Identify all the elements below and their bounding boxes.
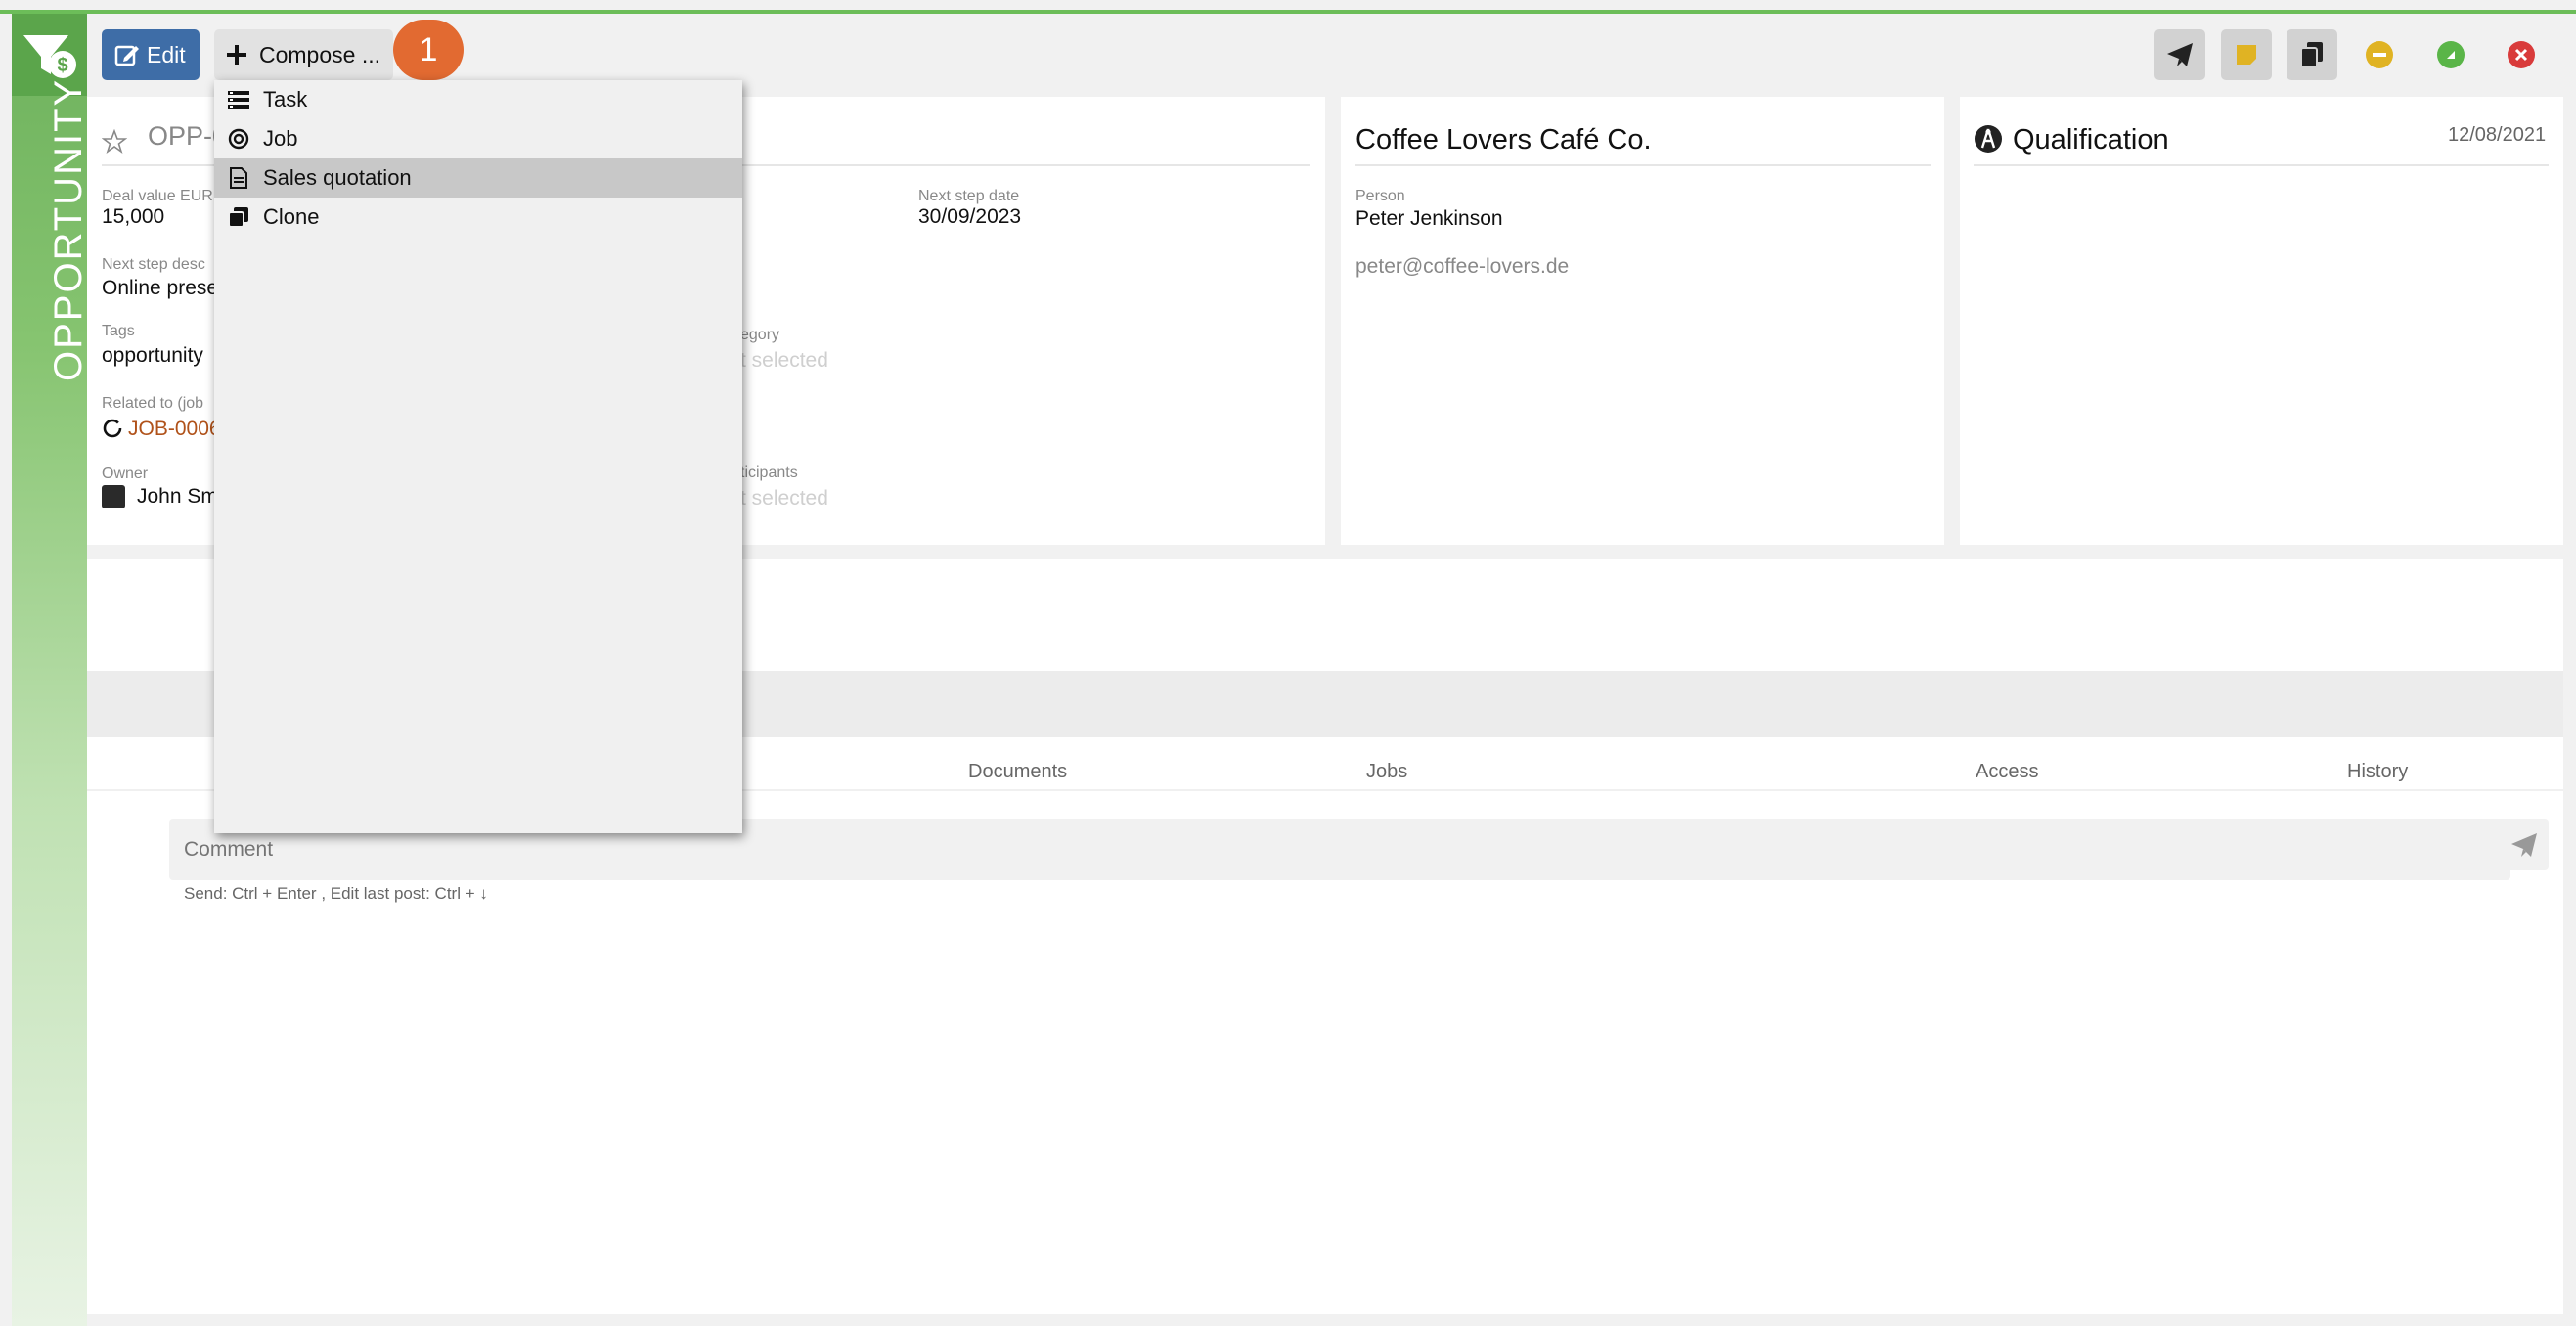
deal-value: 15,000 [102,205,165,228]
next-step-date: 30/09/2023 [918,205,1022,228]
svg-text:$: $ [57,55,67,76]
category-value[interactable]: t selected [740,349,828,373]
menu-label-clone: Clone [263,204,320,229]
task-list-icon [214,90,263,110]
send-button[interactable] [2154,29,2205,80]
copy-button[interactable] [2287,29,2337,80]
compass-icon [1975,125,2002,153]
edit-button[interactable]: Edit [102,29,200,80]
clone-icon [214,206,263,228]
star-icon[interactable] [102,129,127,155]
person-name[interactable]: Peter Jenkinson [1355,207,1503,231]
tags-value: opportunity [102,344,203,367]
participants-value[interactable]: t selected [740,487,828,510]
divider [1974,164,2549,166]
person-email[interactable]: peter@coffee-lovers.de [1355,255,1569,279]
compose-button[interactable]: Compose ... [214,29,393,80]
next-step-date-label: Next step date [918,188,1020,204]
restore-icon[interactable] [2437,41,2465,68]
job-circle-icon [214,128,263,150]
avatar [102,485,125,508]
menu-item-clone[interactable]: Clone [214,198,742,237]
tab-access[interactable]: Access [1976,761,2038,783]
menu-item-job[interactable]: Job [214,119,742,158]
note-button[interactable] [2221,29,2272,80]
comment-hint: Send: Ctrl + Enter , Edit last post: Ctr… [184,884,488,903]
close-icon[interactable] [2508,41,2535,68]
related-label: Related to (job [102,395,204,412]
stage-date: 12/08/2021 [2448,124,2547,146]
company-name[interactable]: Coffee Lovers Café Co. [1355,124,1652,156]
paper-plane-icon [2167,43,2193,66]
stage-title: Qualification [2013,124,2169,155]
related-job-link[interactable]: JOB-0006 [128,418,221,441]
tab-jobs[interactable]: Jobs [1366,761,1407,783]
plus-icon [214,44,259,66]
person-label: Person [1355,188,1405,204]
copy-icon [2300,42,2323,68]
menu-item-task[interactable]: Task [214,80,742,119]
menu-label-task: Task [263,87,308,111]
tags-label: Tags [102,323,135,339]
compose-menu: Task Job Sales quotation Clone [214,80,742,833]
owner-value: John Sm [137,485,218,508]
step-badge: 1 [393,20,464,80]
category-label: egory [740,327,780,343]
sticky-note-icon [2237,45,2256,65]
tab-history[interactable]: History [2347,761,2408,783]
owner-label: Owner [102,465,149,482]
deal-value-label: Deal value EUR [102,188,213,204]
job-circle-icon [103,419,122,438]
minimize-icon[interactable] [2366,41,2393,68]
paper-plane-icon [2511,833,2537,857]
menu-label-job: Job [263,126,298,151]
participants-label: ticipants [740,464,798,481]
send-comment-button[interactable] [2500,819,2549,870]
next-step-desc: Online prese [102,277,219,299]
edit-icon [108,42,147,67]
top-accent-line [0,10,2576,14]
divider [1355,164,1931,166]
edit-label: Edit [147,41,186,67]
sidebar-label: OPPORTUNITY [47,77,90,381]
compose-label: Compose ... [259,41,380,67]
menu-label-sales-quotation: Sales quotation [263,165,412,190]
document-icon [214,167,263,189]
tab-documents[interactable]: Documents [968,761,1067,783]
next-step-desc-label: Next step desc [102,256,205,273]
menu-item-sales-quotation[interactable]: Sales quotation [214,158,742,198]
